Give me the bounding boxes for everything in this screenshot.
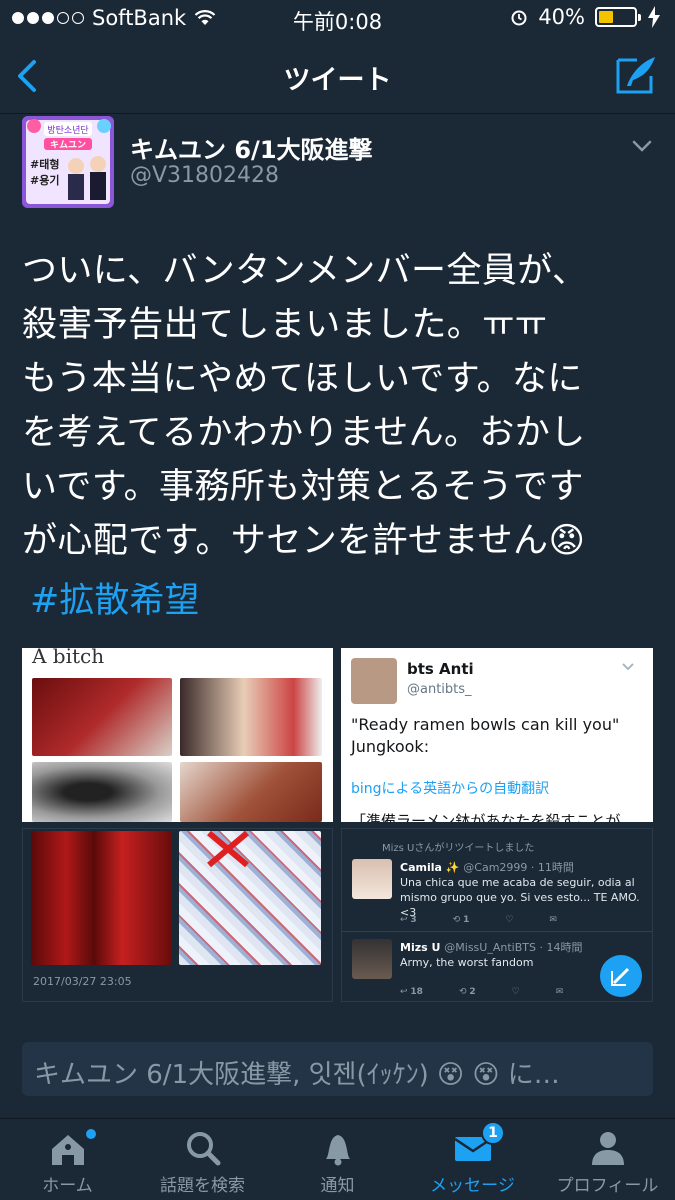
embedded-handle: @antibts_ <box>407 682 472 697</box>
tab-bar: ホーム 話題を検索 通知 1 メッセージ プロフィール <box>0 1118 675 1200</box>
tweet-line: いです。事務所も対策とるそうです <box>22 467 584 507</box>
red-x-mark <box>207 830 249 868</box>
home-icon <box>51 1135 84 1165</box>
avatar-image: 방탄소년단 キムユン #태형 #용기 <box>22 116 114 208</box>
tweet-image-1[interactable]: A bitch <box>22 648 333 822</box>
tweet-line: ついに、バンタンメンバー全員が、 <box>22 251 588 291</box>
alarm-clock-icon <box>511 10 527 26</box>
tab-home[interactable]: ホーム <box>0 1119 135 1200</box>
tweet-image-2[interactable]: bts Anti @antibts_ "Ready ramen bowls ca… <box>341 648 653 822</box>
tweet-line: が心配です。サセンを許せません😡 <box>22 521 586 561</box>
author-avatar[interactable]: 방탄소년단 キムユン #태형 #용기 <box>22 116 114 208</box>
tab-notifications[interactable]: 通知 <box>270 1119 405 1200</box>
tab-search[interactable]: 話題を検索 <box>135 1119 270 1200</box>
search-icon <box>186 1132 220 1166</box>
author-handle[interactable]: @V31802428 <box>130 163 279 188</box>
charging-bolt-icon <box>648 6 660 28</box>
chevron-down-icon[interactable] <box>631 138 653 154</box>
knife-photo <box>180 762 322 822</box>
unread-badge: 1 <box>481 1121 505 1145</box>
tweet-image-3[interactable]: 2017/03/27 23:05 <box>22 828 333 1002</box>
compose-tweet-icon[interactable] <box>615 54 657 96</box>
chevron-down-icon <box>622 663 634 671</box>
image-date: 2017/03/27 23:05 <box>33 975 132 988</box>
gun-photo <box>32 762 172 822</box>
image-caption: A bitch <box>32 648 105 668</box>
svg-text:방탄소년단: 방탄소년단 <box>47 125 88 136</box>
embedded-quote: "Ready ramen bowls can kill you" Jungkoo… <box>351 715 620 756</box>
tweet-line: 殺害予告出てしまいました。ㅠㅠ <box>22 305 548 345</box>
battery-percent: 40% <box>538 5 585 29</box>
page-title: ツイート <box>283 65 392 96</box>
profile-icon <box>591 1132 624 1165</box>
hashtag-link[interactable]: #拡散希望 <box>30 572 199 623</box>
embedded-avatar <box>352 939 392 979</box>
embedded-avatar <box>351 658 397 704</box>
tweet-line: を考えてるかわかりません。おかし <box>22 413 586 453</box>
tab-messages[interactable]: 1 メッセージ <box>405 1119 540 1200</box>
gun-in-hand-photo <box>31 831 171 965</box>
svg-text:キムユン: キムユン <box>50 140 86 151</box>
svg-text:#용기: #용기 <box>30 173 59 187</box>
svg-text:#태형: #태형 <box>30 157 59 171</box>
tweet-image-4[interactable]: Mizs Uさんがリツイートしました Camila ✨ @Cam2999 · 1… <box>341 828 653 1002</box>
reply-input[interactable]: キムユン 6/1大阪進撃, 잇젠(ｲｯｹﾝ) 😵 😵 に… <box>22 1042 653 1096</box>
reply-placeholder: キムユン 6/1大阪進撃, 잇젠(ｲｯｹﾝ) 😵 😵 に… <box>34 1060 560 1090</box>
translation-link: bingによる英語からの自動翻訳 <box>351 781 550 797</box>
tweet-actions: ↩ 3 ⟲ 1 ♡ ✉ <box>400 915 557 925</box>
tweet-actions: ↩ 18 ⟲ 2 ♡ ✉ <box>400 987 564 997</box>
compose-fab-icon <box>600 955 642 997</box>
bloody-hands-photo <box>32 678 172 756</box>
navigation-bar: ツイート <box>0 38 675 114</box>
translated-text: 「準備ラーメン鉢があなたを殺すことが <box>351 812 621 822</box>
tab-profile[interactable]: プロフィール <box>540 1119 675 1200</box>
embedded-avatar <box>352 859 392 899</box>
retweet-notice: Mizs Uさんがリツイートしました <box>382 843 535 854</box>
status-bar: SoftBank 午前0:08 40% <box>0 0 675 38</box>
home-unread-dot <box>86 1129 96 1139</box>
author-name[interactable]: キムユン 6/1大阪進撃 <box>130 130 373 165</box>
battery-icon <box>595 7 641 27</box>
tweet-line: もう本当にやめてほしいです。なに <box>22 359 583 399</box>
embedded-name: bts Anti <box>407 660 474 678</box>
bell-icon <box>325 1135 350 1166</box>
person-photo <box>180 678 322 756</box>
tweet-detail-screen: SoftBank 午前0:08 40% ツイート 방탄소년단 キムユン #태형 … <box>0 0 675 1200</box>
tweet-body: ついに、バンタンメンバー全員が、 殺害予告出てしまいました。ㅠㅠ もう本当にやめ… <box>22 244 662 568</box>
